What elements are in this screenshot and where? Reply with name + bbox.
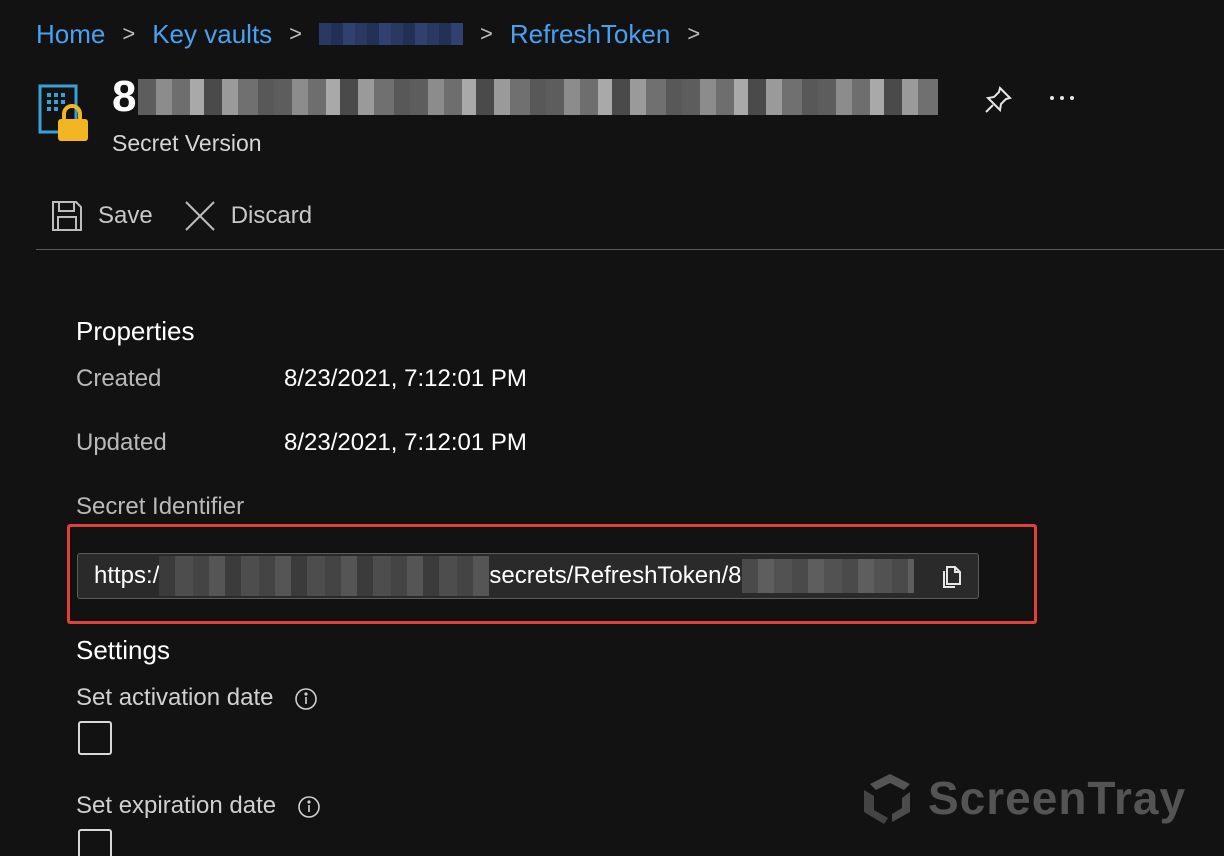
breadcrumb-home[interactable]: Home bbox=[36, 19, 105, 50]
page-title: 8 bbox=[112, 72, 939, 122]
activation-date-label: Set activation date bbox=[76, 684, 318, 712]
expiration-date-label: Set expiration date bbox=[76, 792, 321, 820]
title-prefix: 8 bbox=[112, 72, 137, 121]
discard-button[interactable]: Discard bbox=[183, 199, 312, 233]
secret-identifier-label: Secret Identifier bbox=[76, 493, 245, 520]
breadcrumb-separator: > bbox=[122, 21, 136, 46]
info-icon[interactable] bbox=[294, 687, 318, 711]
updated-value: 8/23/2021, 7:12:01 PM bbox=[284, 429, 527, 456]
copy-icon[interactable] bbox=[940, 564, 966, 590]
watermark-text: ScreenTray bbox=[928, 772, 1187, 824]
updated-label: Updated bbox=[76, 429, 167, 456]
page-subtitle: Secret Version bbox=[112, 130, 262, 156]
expiration-date-text: Set expiration date bbox=[76, 792, 277, 819]
discard-label: Discard bbox=[230, 202, 313, 229]
breadcrumb-refresh-token[interactable]: RefreshToken bbox=[510, 19, 670, 50]
expiration-date-checkbox[interactable] bbox=[78, 829, 112, 856]
save-label: Save bbox=[98, 202, 153, 229]
screentray-logo-icon bbox=[864, 774, 910, 824]
pin-icon[interactable] bbox=[982, 84, 1014, 116]
properties-heading: Properties bbox=[76, 316, 195, 346]
activation-date-checkbox[interactable] bbox=[78, 721, 112, 755]
secret-identifier-field[interactable]: https:/ secrets/RefreshToken/8 bbox=[77, 553, 979, 599]
breadcrumb-separator: > bbox=[480, 21, 493, 46]
created-value: 8/23/2021, 7:12:01 PM bbox=[284, 365, 527, 392]
command-bar: Save Discard bbox=[50, 194, 342, 238]
discard-icon bbox=[184, 201, 215, 231]
breadcrumb: Home > Key vaults > > RefreshToken > bbox=[36, 14, 717, 54]
created-label: Created bbox=[76, 365, 162, 392]
save-button[interactable]: Save bbox=[50, 199, 153, 233]
breadcrumb-vault-redacted[interactable] bbox=[319, 23, 464, 45]
identifier-prefix: https:/ bbox=[94, 562, 160, 589]
secret-version-page: Home > Key vaults > > RefreshToken > 8 S… bbox=[0, 0, 1224, 856]
breadcrumb-separator: > bbox=[289, 21, 303, 46]
more-icon[interactable] bbox=[1044, 86, 1080, 110]
breadcrumb-separator: > bbox=[687, 21, 701, 46]
identifier-redacted-host bbox=[159, 556, 490, 596]
toolbar-divider bbox=[36, 249, 1224, 250]
identifier-redacted-version bbox=[741, 559, 914, 593]
breadcrumb-key-vaults[interactable]: Key vaults bbox=[152, 19, 272, 50]
key-vault-secret-icon bbox=[38, 84, 92, 144]
info-icon[interactable] bbox=[297, 795, 321, 819]
screentray-watermark: ScreenTray bbox=[860, 768, 1186, 828]
settings-heading: Settings bbox=[76, 635, 170, 665]
activation-date-text: Set activation date bbox=[76, 684, 274, 711]
identifier-middle: secrets/RefreshToken/8 bbox=[489, 562, 742, 589]
title-redacted bbox=[138, 79, 939, 115]
save-icon bbox=[52, 201, 82, 231]
